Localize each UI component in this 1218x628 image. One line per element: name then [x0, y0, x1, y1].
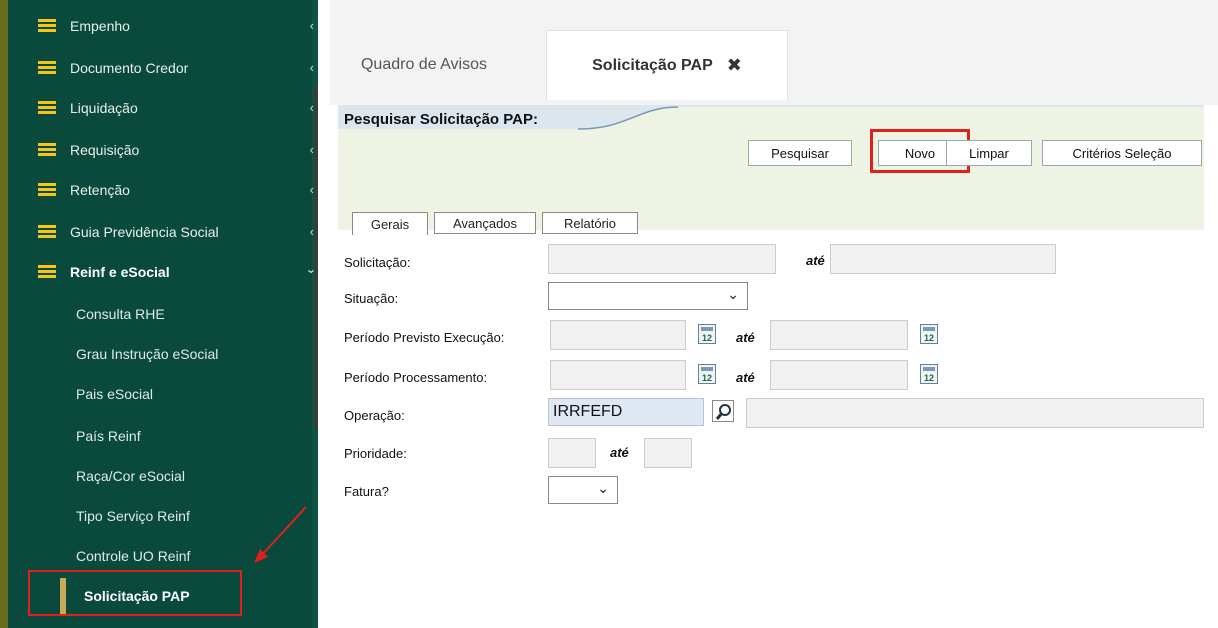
periodo-previsto-label: Período Previsto Execução:	[344, 330, 505, 345]
list-icon	[38, 101, 56, 115]
sidebar-subitem-label: Raça/Cor eSocial	[76, 468, 185, 484]
sidebar-subitem-label: Grau Instrução eSocial	[76, 346, 219, 362]
sidebar-subitem-pais-reinf[interactable]: País Reinf	[16, 418, 316, 454]
ate-label: até	[736, 330, 755, 345]
fatura-select[interactable]: ⌄	[548, 476, 618, 504]
chevron-down-icon: ⌄	[597, 480, 609, 496]
sidebar-subitem-consulta-rhe[interactable]: Consulta RHE	[16, 296, 316, 332]
search-panel: Pesquisar Solicitação PAP: Pesquisar Nov…	[338, 105, 1204, 235]
periodo-previsto-to-input[interactable]	[770, 320, 908, 350]
chevron-down-icon: ‹	[302, 269, 318, 274]
periodo-processamento-to-input[interactable]	[770, 360, 908, 390]
list-icon	[38, 61, 56, 75]
limpar-button[interactable]: Limpar	[946, 140, 1032, 166]
calendar-icon[interactable]: 12	[698, 324, 716, 344]
close-icon[interactable]: ✖	[727, 55, 742, 76]
chevron-left-icon: ‹	[309, 100, 314, 115]
calendar-icon[interactable]: 12	[920, 364, 938, 384]
sidebar-item-label: Empenho	[70, 18, 130, 34]
tab-quadro-avisos[interactable]: Quadro de Avisos	[344, 30, 504, 100]
sidebar-item-documento-credor[interactable]: Documento Credor ‹	[16, 50, 316, 86]
chevron-left-icon: ‹	[309, 60, 314, 75]
search-icon[interactable]	[712, 400, 734, 422]
main-content: Quadro de Avisos Solicitação PAP ✖ Pesqu…	[318, 0, 1218, 628]
calendar-icon[interactable]: 12	[698, 364, 716, 384]
list-icon	[38, 19, 56, 33]
ate-label: até	[736, 370, 755, 385]
sidebar-item-requisicao[interactable]: Requisição ‹	[16, 132, 316, 168]
sidebar-item-reinf-esocial[interactable]: Reinf e eSocial ‹	[16, 254, 318, 290]
chevron-left-icon: ‹	[309, 182, 314, 197]
ate-label: até	[806, 253, 825, 268]
solicitacao-from-input[interactable]	[548, 244, 776, 274]
sidebar-subitem-label: Tipo Serviço Reinf	[76, 508, 190, 524]
solicitacao-label: Solicitação:	[344, 255, 411, 270]
operacao-input[interactable]: IRRFEFD	[548, 398, 704, 426]
operacao-label: Operação:	[344, 408, 405, 423]
situacao-select[interactable]: ⌄	[548, 282, 748, 310]
ate-label: até	[610, 445, 629, 460]
sidebar-item-label: Liquidação	[70, 100, 138, 116]
prioridade-label: Prioridade:	[344, 446, 407, 461]
criterios-selecao-button[interactable]: Critérios Seleção	[1042, 140, 1202, 166]
tab-bar: Quadro de Avisos Solicitação PAP ✖	[330, 0, 1218, 105]
solicitacao-to-input[interactable]	[830, 244, 1056, 274]
tab-label: Solicitação PAP	[592, 56, 713, 74]
tab-label: Quadro de Avisos	[360, 56, 487, 73]
sidebar-subitem-label: Controle UO Reinf	[76, 548, 191, 564]
chevron-down-icon: ⌄	[727, 286, 739, 302]
prioridade-to-input[interactable]	[644, 438, 692, 468]
situacao-label: Situação:	[344, 291, 399, 306]
sidebar-subitem-label: País Reinf	[76, 428, 141, 444]
prioridade-from-input[interactable]	[548, 438, 596, 468]
sidebar-subitem-grau-instrucao[interactable]: Grau Instrução eSocial	[16, 336, 316, 372]
panel-title: Pesquisar Solicitação PAP:	[344, 111, 538, 128]
chevron-left-icon: ‹	[309, 18, 314, 33]
list-icon	[38, 225, 56, 239]
pesquisar-button[interactable]: Pesquisar	[748, 140, 852, 166]
sidebar-item-label: Documento Credor	[70, 60, 189, 76]
sidebar-subitem-label: Consulta RHE	[76, 306, 165, 322]
sidebar-item-label: Retenção	[70, 182, 130, 198]
list-icon	[38, 265, 56, 279]
subtab-avancados[interactable]: Avançados	[434, 212, 536, 234]
sidebar-subitem-raca-cor[interactable]: Raça/Cor eSocial	[16, 458, 316, 494]
list-icon	[38, 183, 56, 197]
operacao-description-field	[746, 398, 1204, 428]
periodo-processamento-label: Período Processamento:	[344, 370, 488, 385]
sidebar-item-retencao[interactable]: Retenção ‹	[16, 172, 316, 208]
list-icon	[38, 143, 56, 157]
sidebar-item-liquidacao[interactable]: Liquidação ‹	[16, 90, 316, 126]
subtab-relatorio[interactable]: Relatório	[542, 212, 638, 234]
sidebar-item-empenho[interactable]: Empenho ‹	[16, 8, 316, 44]
arrow-annotation	[254, 506, 307, 563]
sidebar-subitem-pais-esocial[interactable]: Pais eSocial	[16, 376, 316, 412]
chevron-left-icon: ‹	[309, 224, 314, 239]
tab-solicitacao-pap[interactable]: Solicitação PAP ✖	[546, 30, 788, 100]
sidebar-item-guia-previdencia[interactable]: Guia Previdência Social ‹	[16, 214, 316, 250]
sidebar-item-label: Guia Previdência Social	[70, 224, 219, 240]
chevron-left-icon: ‹	[309, 142, 314, 157]
sidebar-item-label: Requisição	[70, 142, 140, 158]
highlight-box-sidebar	[28, 570, 242, 616]
periodo-previsto-from-input[interactable]	[550, 320, 686, 350]
periodo-processamento-from-input[interactable]	[550, 360, 686, 390]
subtab-gerais[interactable]: Gerais	[352, 212, 428, 235]
sidebar-item-label: Reinf e eSocial	[70, 264, 170, 280]
calendar-icon[interactable]: 12	[920, 324, 938, 344]
fatura-label: Fatura?	[344, 484, 389, 499]
sidebar-subitem-label: Pais eSocial	[76, 386, 154, 402]
